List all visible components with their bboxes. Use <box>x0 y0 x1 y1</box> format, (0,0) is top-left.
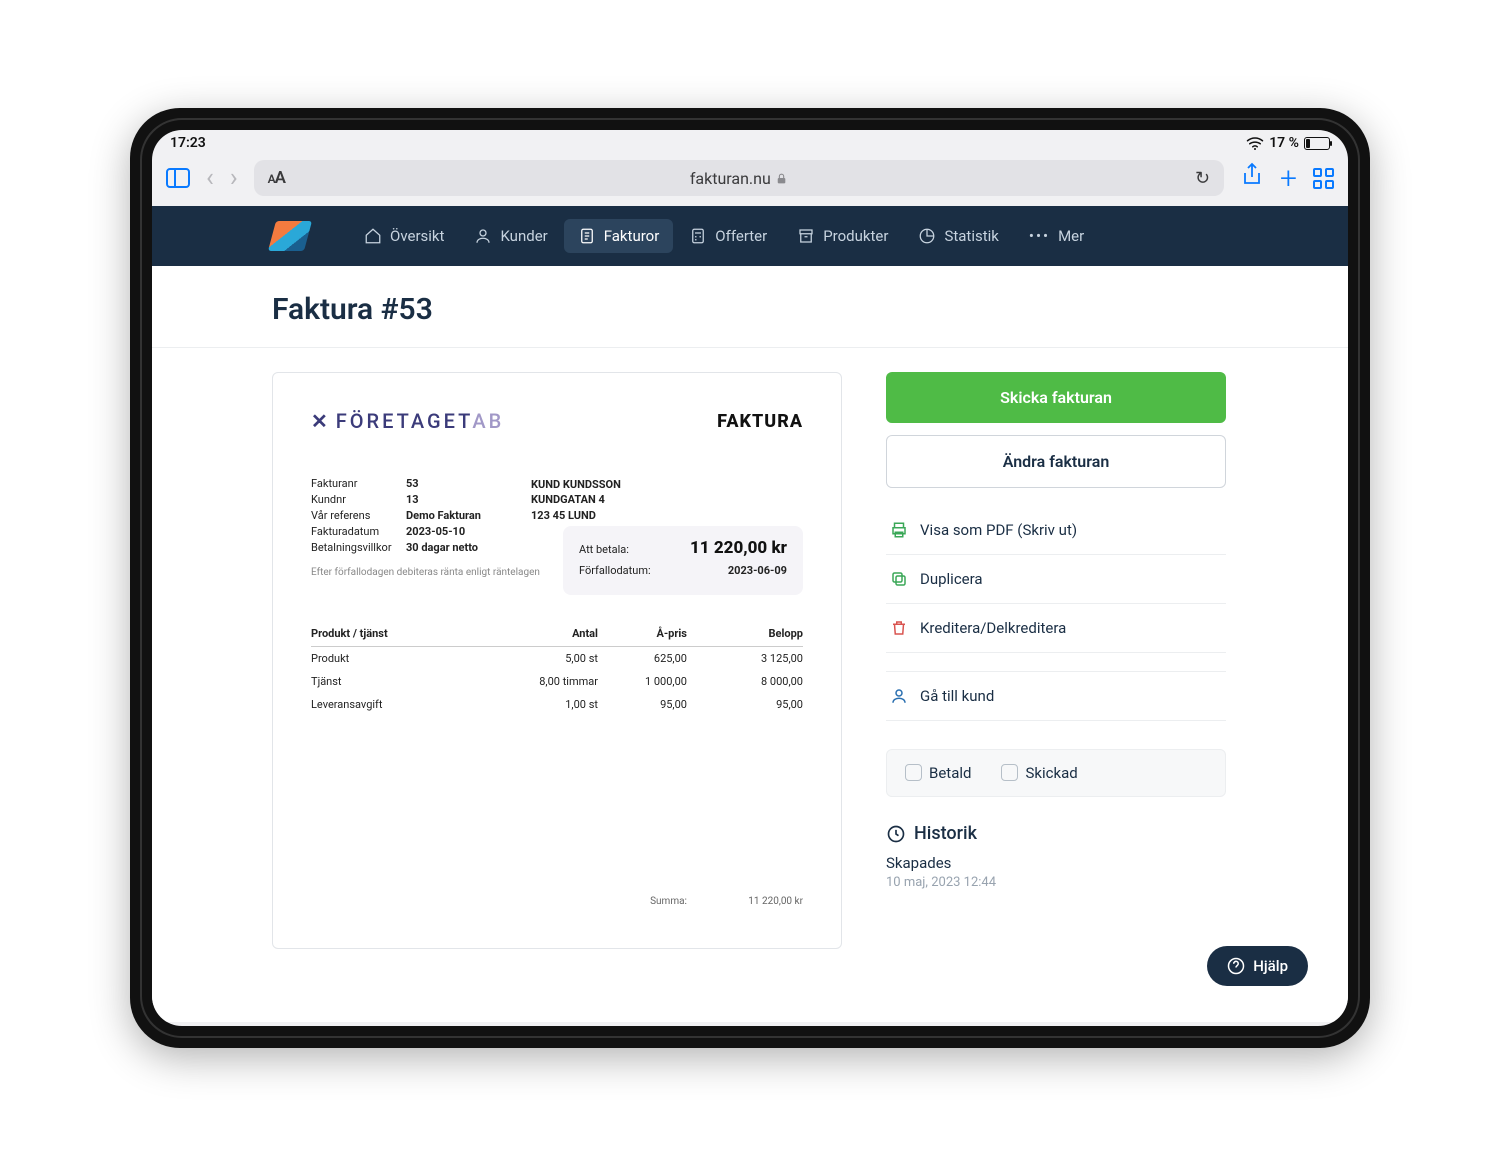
user-icon <box>474 227 492 245</box>
action-credit[interactable]: Kreditera/Delkreditera <box>886 604 1226 653</box>
sent-checkbox[interactable]: Skickad <box>1001 764 1077 782</box>
line-items-table: Produkt / tjänst Antal Å-pris Belopp Pro… <box>311 621 803 912</box>
print-icon <box>890 521 908 539</box>
invoice-preview: ✕ FÖRETAGETAB FAKTURA Fakturanr53 Kundnr… <box>272 372 842 949</box>
new-tab-button[interactable]: + <box>1280 161 1297 196</box>
table-row: Leveransavgift1,00 st95,0095,00 <box>311 693 803 716</box>
app-logo[interactable] <box>268 221 312 251</box>
url-text: fakturan.nu <box>690 169 771 188</box>
history-title: Historik <box>886 823 1226 844</box>
paid-checkbox[interactable]: Betald <box>905 764 971 782</box>
app-nav: Översikt Kunder Fakturor Offerter Produk… <box>152 206 1348 266</box>
history-item: Skapades 10 maj, 2023 12:44 <box>886 854 1226 890</box>
home-icon <box>364 227 382 245</box>
nav-label: Statistik <box>944 227 998 245</box>
text-size-button[interactable]: AA <box>268 168 285 188</box>
battery-icon <box>1304 137 1330 150</box>
copy-icon <box>890 570 908 588</box>
nav-invoices[interactable]: Fakturor <box>564 219 674 253</box>
nav-statistics[interactable]: Statistik <box>904 219 1012 253</box>
nav-label: Mer <box>1058 227 1084 245</box>
action-label: Visa som PDF (Skriv ut) <box>920 521 1077 539</box>
status-time: 17:23 <box>170 135 206 151</box>
address-bar[interactable]: AA fakturan.nu ↻ <box>254 160 1224 196</box>
company-name: FÖRETAGET <box>336 409 473 433</box>
action-label: Gå till kund <box>920 687 994 705</box>
sidebar-toggle-icon[interactable] <box>166 168 190 188</box>
document-icon <box>578 227 596 245</box>
nav-overview[interactable]: Översikt <box>350 219 458 253</box>
nav-label: Kunder <box>500 227 547 245</box>
nav-label: Offerter <box>715 227 767 245</box>
action-label: Kreditera/Delkreditera <box>920 619 1066 637</box>
status-bar: 17:23 17 % <box>152 130 1348 152</box>
archive-icon <box>797 227 815 245</box>
user-icon <box>890 687 908 705</box>
company-mark-icon: ✕ <box>311 409 328 433</box>
clock-icon <box>886 824 906 844</box>
forward-button[interactable]: › <box>230 163 238 193</box>
invoice-meta: Fakturanr53 Kundnr13 Vår referensDemo Fa… <box>311 477 481 557</box>
help-button[interactable]: Hjälp <box>1207 946 1308 986</box>
nav-label: Översikt <box>390 227 444 245</box>
more-icon: ••• <box>1029 227 1050 245</box>
company-logo: ✕ FÖRETAGETAB <box>311 409 504 433</box>
nav-customers[interactable]: Kunder <box>460 219 561 253</box>
page-title: Faktura #53 <box>272 292 1228 327</box>
action-goto-customer[interactable]: Gå till kund <box>886 671 1226 721</box>
trash-icon <box>890 619 908 637</box>
doc-type: FAKTURA <box>717 411 803 432</box>
nav-products[interactable]: Produkter <box>783 219 902 253</box>
action-duplicate[interactable]: Duplicera <box>886 555 1226 604</box>
send-invoice-button[interactable]: Skicka fakturan <box>886 372 1226 423</box>
side-panel: Skicka fakturan Ändra fakturan Visa som … <box>886 372 1226 949</box>
company-suffix: AB <box>472 409 504 433</box>
nav-more[interactable]: ••• Mer <box>1015 219 1098 253</box>
nav-label: Fakturor <box>604 227 660 245</box>
share-button[interactable] <box>1240 162 1264 194</box>
nav-quotes[interactable]: Offerter <box>675 219 781 253</box>
table-row: Tjänst8,00 timmar1 000,008 000,00 <box>311 670 803 693</box>
browser-toolbar: ‹ › AA fakturan.nu ↻ + <box>152 152 1348 206</box>
nav-label: Produkter <box>823 227 888 245</box>
wifi-icon <box>1246 134 1264 152</box>
screen: ••• 17:23 17 % ‹ › AA fakturan.nu ↻ <box>152 130 1348 1026</box>
page-content: Faktura #53 ✕ FÖRETAGETAB FAKTURA Faktur… <box>152 266 1348 1022</box>
table-row: Produkt5,00 st625,003 125,00 <box>311 647 803 671</box>
chart-icon <box>918 227 936 245</box>
calculator-icon <box>689 227 707 245</box>
edit-invoice-button[interactable]: Ändra fakturan <box>886 435 1226 488</box>
tablet-frame: ••• 17:23 17 % ‹ › AA fakturan.nu ↻ <box>130 108 1370 1048</box>
lock-icon <box>775 172 788 185</box>
back-button[interactable]: ‹ <box>206 163 214 193</box>
action-label: Duplicera <box>920 570 983 588</box>
action-view-pdf[interactable]: Visa som PDF (Skriv ut) <box>886 506 1226 555</box>
tabs-overview-button[interactable] <box>1313 168 1334 189</box>
help-icon <box>1227 957 1245 975</box>
status-checkbox-row: Betald Skickad <box>886 749 1226 797</box>
battery-percent: 17 % <box>1269 135 1299 151</box>
reload-button[interactable]: ↻ <box>1195 168 1210 189</box>
